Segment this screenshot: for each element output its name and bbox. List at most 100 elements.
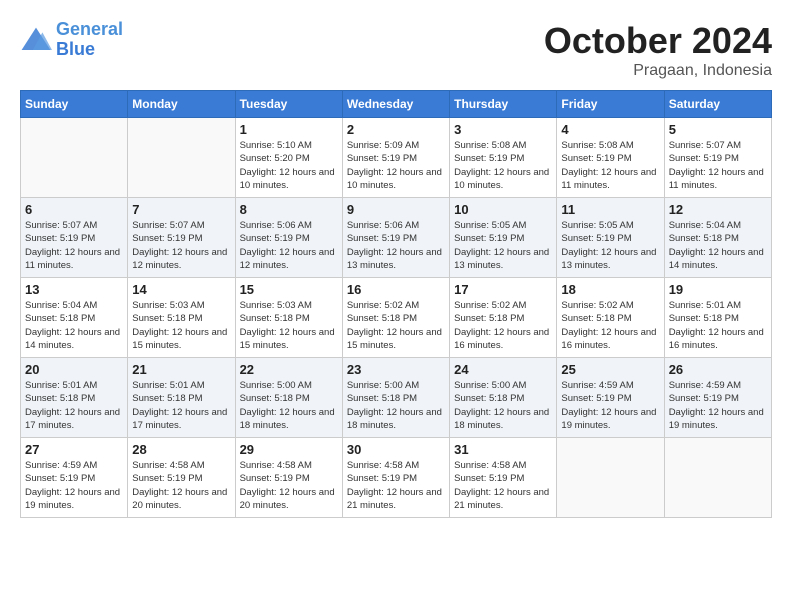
- day-number: 18: [561, 282, 659, 297]
- day-info: Sunrise: 5:07 AM Sunset: 5:19 PM Dayligh…: [25, 219, 123, 272]
- calendar-cell: [664, 438, 771, 518]
- day-number: 24: [454, 362, 552, 377]
- day-info: Sunrise: 5:07 AM Sunset: 5:19 PM Dayligh…: [669, 139, 767, 192]
- calendar-cell: 29Sunrise: 4:58 AM Sunset: 5:19 PM Dayli…: [235, 438, 342, 518]
- day-info: Sunrise: 5:01 AM Sunset: 5:18 PM Dayligh…: [25, 379, 123, 432]
- calendar-cell: [21, 118, 128, 198]
- day-info: Sunrise: 4:58 AM Sunset: 5:19 PM Dayligh…: [132, 459, 230, 512]
- month-title: October 2024: [544, 20, 772, 62]
- week-row-5: 27 Sunrise: 4:59 AM Sunset: 5:19 PM Dayli…: [21, 438, 772, 518]
- day-number: 16: [347, 282, 445, 297]
- day-info: Sunrise: 4:59 AM Sunset: 5:19 PM Dayligh…: [25, 459, 123, 512]
- day-number: 11: [561, 202, 659, 217]
- day-number: 2: [347, 122, 445, 137]
- calendar-cell: 4Sunrise: 5:08 AM Sunset: 5:19 PM Daylig…: [557, 118, 664, 198]
- location: Pragaan, Indonesia: [544, 62, 772, 80]
- day-info: Sunrise: 5:00 AM Sunset: 5:18 PM Dayligh…: [240, 379, 338, 432]
- day-info: Sunrise: 5:07 AM Sunset: 5:19 PM Dayligh…: [132, 219, 230, 272]
- calendar-cell: 20Sunrise: 5:01 AM Sunset: 5:18 PM Dayli…: [21, 358, 128, 438]
- calendar-cell: 16Sunrise: 5:02 AM Sunset: 5:18 PM Dayli…: [342, 278, 449, 358]
- calendar-cell: 1 Sunrise: 5:10 AM Sunset: 5:20 PM Daylig…: [235, 118, 342, 198]
- day-number: 8: [240, 202, 338, 217]
- day-info: Sunrise: 5:04 AM Sunset: 5:18 PM Dayligh…: [669, 219, 767, 272]
- day-info: Sunrise: 5:02 AM Sunset: 5:18 PM Dayligh…: [454, 299, 552, 352]
- calendar-cell: 2 Sunrise: 5:09 AM Sunset: 5:19 PM Daylig…: [342, 118, 449, 198]
- day-number: 1: [240, 122, 338, 137]
- day-number: 5: [669, 122, 767, 137]
- day-number: 6: [25, 202, 123, 217]
- day-info: Sunrise: 5:05 AM Sunset: 5:19 PM Dayligh…: [454, 219, 552, 272]
- calendar-cell: 11Sunrise: 5:05 AM Sunset: 5:19 PM Dayli…: [557, 198, 664, 278]
- week-row-2: 6 Sunrise: 5:07 AM Sunset: 5:19 PM Daylig…: [21, 198, 772, 278]
- calendar-cell: 7 Sunrise: 5:07 AM Sunset: 5:19 PM Daylig…: [128, 198, 235, 278]
- column-header-saturday: Saturday: [664, 91, 771, 118]
- day-info: Sunrise: 4:58 AM Sunset: 5:19 PM Dayligh…: [454, 459, 552, 512]
- calendar-table: SundayMondayTuesdayWednesdayThursdayFrid…: [20, 90, 772, 518]
- day-info: Sunrise: 5:08 AM Sunset: 5:19 PM Dayligh…: [454, 139, 552, 192]
- calendar-cell: 10Sunrise: 5:05 AM Sunset: 5:19 PM Dayli…: [450, 198, 557, 278]
- day-info: Sunrise: 5:06 AM Sunset: 5:19 PM Dayligh…: [347, 219, 445, 272]
- day-number: 30: [347, 442, 445, 457]
- calendar-cell: 13 Sunrise: 5:04 AM Sunset: 5:18 PM Dayli…: [21, 278, 128, 358]
- calendar-cell: 15 Sunrise: 5:03 AM Sunset: 5:18 PM Dayli…: [235, 278, 342, 358]
- day-info: Sunrise: 4:59 AM Sunset: 5:19 PM Dayligh…: [561, 379, 659, 432]
- day-info: Sunrise: 5:03 AM Sunset: 5:18 PM Dayligh…: [240, 299, 338, 352]
- calendar-cell: 24 Sunrise: 5:00 AM Sunset: 5:18 PM Dayli…: [450, 358, 557, 438]
- week-row-3: 13 Sunrise: 5:04 AM Sunset: 5:18 PM Dayli…: [21, 278, 772, 358]
- calendar-cell: 17 Sunrise: 5:02 AM Sunset: 5:18 PM Dayli…: [450, 278, 557, 358]
- day-number: 3: [454, 122, 552, 137]
- page-header: General Blue October 2024 Pragaan, Indon…: [20, 20, 772, 80]
- day-number: 17: [454, 282, 552, 297]
- calendar-cell: 22Sunrise: 5:00 AM Sunset: 5:18 PM Dayli…: [235, 358, 342, 438]
- calendar-cell: 25 Sunrise: 4:59 AM Sunset: 5:19 PM Dayli…: [557, 358, 664, 438]
- calendar-cell: 19Sunrise: 5:01 AM Sunset: 5:18 PM Dayli…: [664, 278, 771, 358]
- day-number: 7: [132, 202, 230, 217]
- day-number: 9: [347, 202, 445, 217]
- day-number: 14: [132, 282, 230, 297]
- title-block: October 2024 Pragaan, Indonesia: [544, 20, 772, 80]
- day-number: 29: [240, 442, 338, 457]
- logo: General Blue: [20, 20, 123, 60]
- day-info: Sunrise: 5:10 AM Sunset: 5:20 PM Dayligh…: [240, 139, 338, 192]
- day-number: 25: [561, 362, 659, 377]
- logo-icon: [20, 26, 52, 54]
- day-number: 12: [669, 202, 767, 217]
- calendar-cell: 9 Sunrise: 5:06 AM Sunset: 5:19 PM Daylig…: [342, 198, 449, 278]
- calendar-cell: 14 Sunrise: 5:03 AM Sunset: 5:18 PM Dayli…: [128, 278, 235, 358]
- day-info: Sunrise: 5:03 AM Sunset: 5:18 PM Dayligh…: [132, 299, 230, 352]
- day-info: Sunrise: 5:09 AM Sunset: 5:19 PM Dayligh…: [347, 139, 445, 192]
- day-info: Sunrise: 4:58 AM Sunset: 5:19 PM Dayligh…: [347, 459, 445, 512]
- calendar-cell: 28Sunrise: 4:58 AM Sunset: 5:19 PM Dayli…: [128, 438, 235, 518]
- week-row-1: 1 Sunrise: 5:10 AM Sunset: 5:20 PM Daylig…: [21, 118, 772, 198]
- day-number: 21: [132, 362, 230, 377]
- day-info: Sunrise: 4:59 AM Sunset: 5:19 PM Dayligh…: [669, 379, 767, 432]
- column-header-friday: Friday: [557, 91, 664, 118]
- column-header-wednesday: Wednesday: [342, 91, 449, 118]
- day-number: 31: [454, 442, 552, 457]
- day-number: 15: [240, 282, 338, 297]
- column-header-tuesday: Tuesday: [235, 91, 342, 118]
- day-info: Sunrise: 5:01 AM Sunset: 5:18 PM Dayligh…: [669, 299, 767, 352]
- day-number: 13: [25, 282, 123, 297]
- calendar-cell: 26 Sunrise: 4:59 AM Sunset: 5:19 PM Dayli…: [664, 358, 771, 438]
- column-header-monday: Monday: [128, 91, 235, 118]
- day-number: 4: [561, 122, 659, 137]
- day-info: Sunrise: 5:01 AM Sunset: 5:18 PM Dayligh…: [132, 379, 230, 432]
- calendar-cell: 21 Sunrise: 5:01 AM Sunset: 5:18 PM Dayli…: [128, 358, 235, 438]
- calendar-cell: 12 Sunrise: 5:04 AM Sunset: 5:18 PM Dayli…: [664, 198, 771, 278]
- day-number: 27: [25, 442, 123, 457]
- calendar-cell: 3 Sunrise: 5:08 AM Sunset: 5:19 PM Daylig…: [450, 118, 557, 198]
- calendar-header-row: SundayMondayTuesdayWednesdayThursdayFrid…: [21, 91, 772, 118]
- calendar-cell: [128, 118, 235, 198]
- day-info: Sunrise: 5:00 AM Sunset: 5:18 PM Dayligh…: [347, 379, 445, 432]
- calendar-cell: 8Sunrise: 5:06 AM Sunset: 5:19 PM Daylig…: [235, 198, 342, 278]
- day-info: Sunrise: 5:04 AM Sunset: 5:18 PM Dayligh…: [25, 299, 123, 352]
- calendar-body: 1 Sunrise: 5:10 AM Sunset: 5:20 PM Daylig…: [21, 118, 772, 518]
- calendar-cell: 5 Sunrise: 5:07 AM Sunset: 5:19 PM Daylig…: [664, 118, 771, 198]
- day-info: Sunrise: 5:00 AM Sunset: 5:18 PM Dayligh…: [454, 379, 552, 432]
- column-header-thursday: Thursday: [450, 91, 557, 118]
- calendar-cell: 31 Sunrise: 4:58 AM Sunset: 5:19 PM Dayli…: [450, 438, 557, 518]
- day-number: 26: [669, 362, 767, 377]
- calendar-cell: 18Sunrise: 5:02 AM Sunset: 5:18 PM Dayli…: [557, 278, 664, 358]
- column-header-sunday: Sunday: [21, 91, 128, 118]
